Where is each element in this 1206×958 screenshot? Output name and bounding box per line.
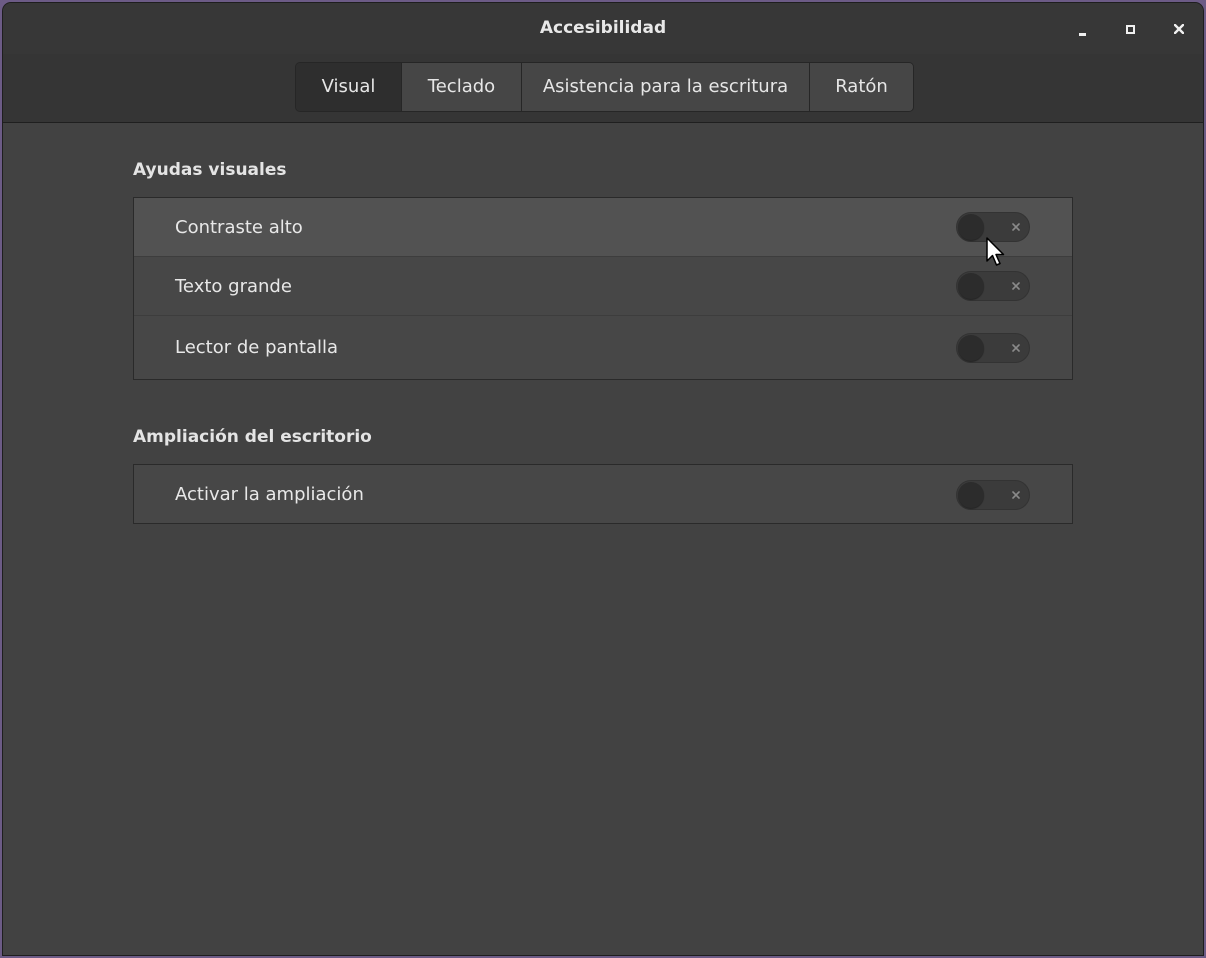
mouse-pointer-icon	[986, 237, 1005, 266]
switch-off-icon	[1012, 343, 1020, 352]
section-title-ayudas-visuales: Ayudas visuales	[133, 160, 287, 180]
row-contraste-alto[interactable]: Contraste alto	[134, 198, 1072, 257]
switch-off-icon	[1012, 223, 1020, 231]
row-label: Activar la ampliación	[175, 484, 364, 505]
accessibility-window: Accesibilidad Visual Teclado Asistencia …	[3, 3, 1203, 955]
zoom-list: Activar la ampliación	[133, 464, 1073, 524]
row-label: Texto grande	[175, 275, 292, 297]
title-bar[interactable]: Accesibilidad	[3, 3, 1203, 54]
row-texto-grande[interactable]: Texto grande	[134, 257, 1072, 316]
texto-grande-switch[interactable]	[956, 271, 1030, 301]
row-lector-de-pantalla[interactable]: Lector de pantalla	[134, 316, 1072, 379]
tab-asistencia-escritura[interactable]: Asistencia para la escritura	[521, 63, 809, 111]
maximize-icon	[1126, 25, 1135, 34]
row-label: Contraste alto	[175, 216, 303, 238]
switch-knob	[958, 214, 984, 240]
row-label: Lector de pantalla	[175, 337, 339, 358]
minimize-icon	[1079, 33, 1086, 36]
close-button[interactable]	[1166, 16, 1192, 42]
tab-visual[interactable]: Visual	[296, 63, 401, 111]
lector-de-pantalla-switch[interactable]	[956, 332, 1030, 363]
visual-aids-list: Contraste alto Texto grande Lector de pa…	[133, 197, 1073, 380]
maximize-button[interactable]	[1117, 16, 1143, 42]
tab-switcher: Visual Teclado Asistencia para la escrit…	[295, 62, 914, 112]
switch-knob	[958, 481, 984, 508]
minimize-button[interactable]	[1069, 16, 1095, 42]
switch-knob	[958, 334, 984, 361]
close-icon	[1174, 24, 1184, 34]
switch-knob	[958, 273, 984, 299]
switch-off-icon	[1012, 282, 1020, 290]
row-activar-ampliacion[interactable]: Activar la ampliación	[134, 465, 1072, 524]
tab-teclado[interactable]: Teclado	[401, 63, 521, 111]
tab-bar: Visual Teclado Asistencia para la escrit…	[3, 54, 1203, 123]
tab-raton[interactable]: Ratón	[809, 63, 913, 111]
switch-off-icon	[1012, 490, 1020, 499]
activar-ampliacion-switch[interactable]	[956, 479, 1030, 510]
section-title-ampliacion: Ampliación del escritorio	[133, 427, 372, 447]
window-title: Accesibilidad	[539, 18, 667, 38]
